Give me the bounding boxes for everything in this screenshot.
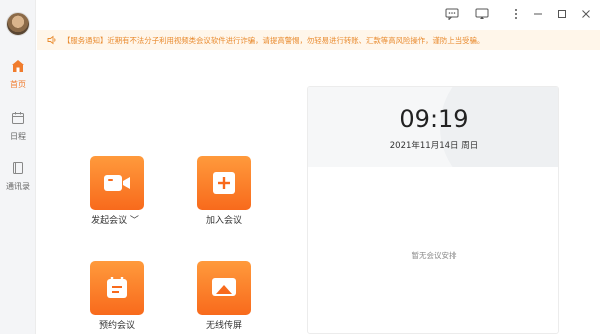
screen-cast-icon[interactable] [474,6,490,22]
notice-bar: 【服务通知】近期有不法分子利用视频类会议软件进行诈骗，请提高警惕，勿轻易进行转账… [37,30,600,50]
maximize-icon[interactable] [554,6,570,22]
wireless-cast-button[interactable] [197,261,251,315]
sidebar-item-label: 日程 [10,132,26,141]
minimize-icon[interactable] [530,6,546,22]
window-controls [430,0,600,28]
sidebar-item-label: 通讯录 [6,182,30,191]
wireless-cast-label[interactable]: 无线传屏 [184,318,264,331]
sidebar-item-label: 首页 [10,80,26,89]
more-icon[interactable] [508,6,524,22]
calendar-icon [107,277,127,298]
current-time: 09:19 [399,105,469,133]
start-meeting-label[interactable]: 发起会议 ﹀ [75,213,155,226]
sidebar-item-home[interactable]: 首页 [0,58,36,90]
start-meeting-button[interactable] [90,156,144,210]
join-meeting-button[interactable] [197,156,251,210]
close-icon[interactable] [578,6,594,22]
schedule-meeting-button[interactable] [90,261,144,315]
notice-text: 【服务通知】近期有不法分子利用视频类会议软件进行诈骗，请提高警惕，勿轻易进行转账… [63,35,485,45]
join-meeting-label[interactable]: 加入会议 [184,213,264,226]
current-date: 2021年11月14日 周日 [389,141,479,151]
sidebar-item-calendar[interactable]: 日程 [0,110,36,142]
schedule-header: 09:19 2021年11月14日 周日 [308,87,558,167]
avatar[interactable] [6,12,30,36]
schedule-meeting-label[interactable]: 预约会议 [77,318,157,331]
calendar-icon [12,112,24,124]
home-icon [12,60,24,72]
plus-square-icon [213,172,235,194]
video-camera-icon [104,175,130,191]
message-icon[interactable] [444,6,460,22]
empty-schedule-text: 暂无会议安排 [411,251,457,260]
contacts-icon [13,162,23,174]
sidebar: 首页 日程 通讯录 [0,0,36,334]
speaker-icon [47,35,56,45]
screen-cast-icon [212,278,236,296]
schedule-panel: 09:19 2021年11月14日 周日 暂无会议安排 [307,86,559,334]
sidebar-item-contacts[interactable]: 通讯录 [0,160,36,192]
